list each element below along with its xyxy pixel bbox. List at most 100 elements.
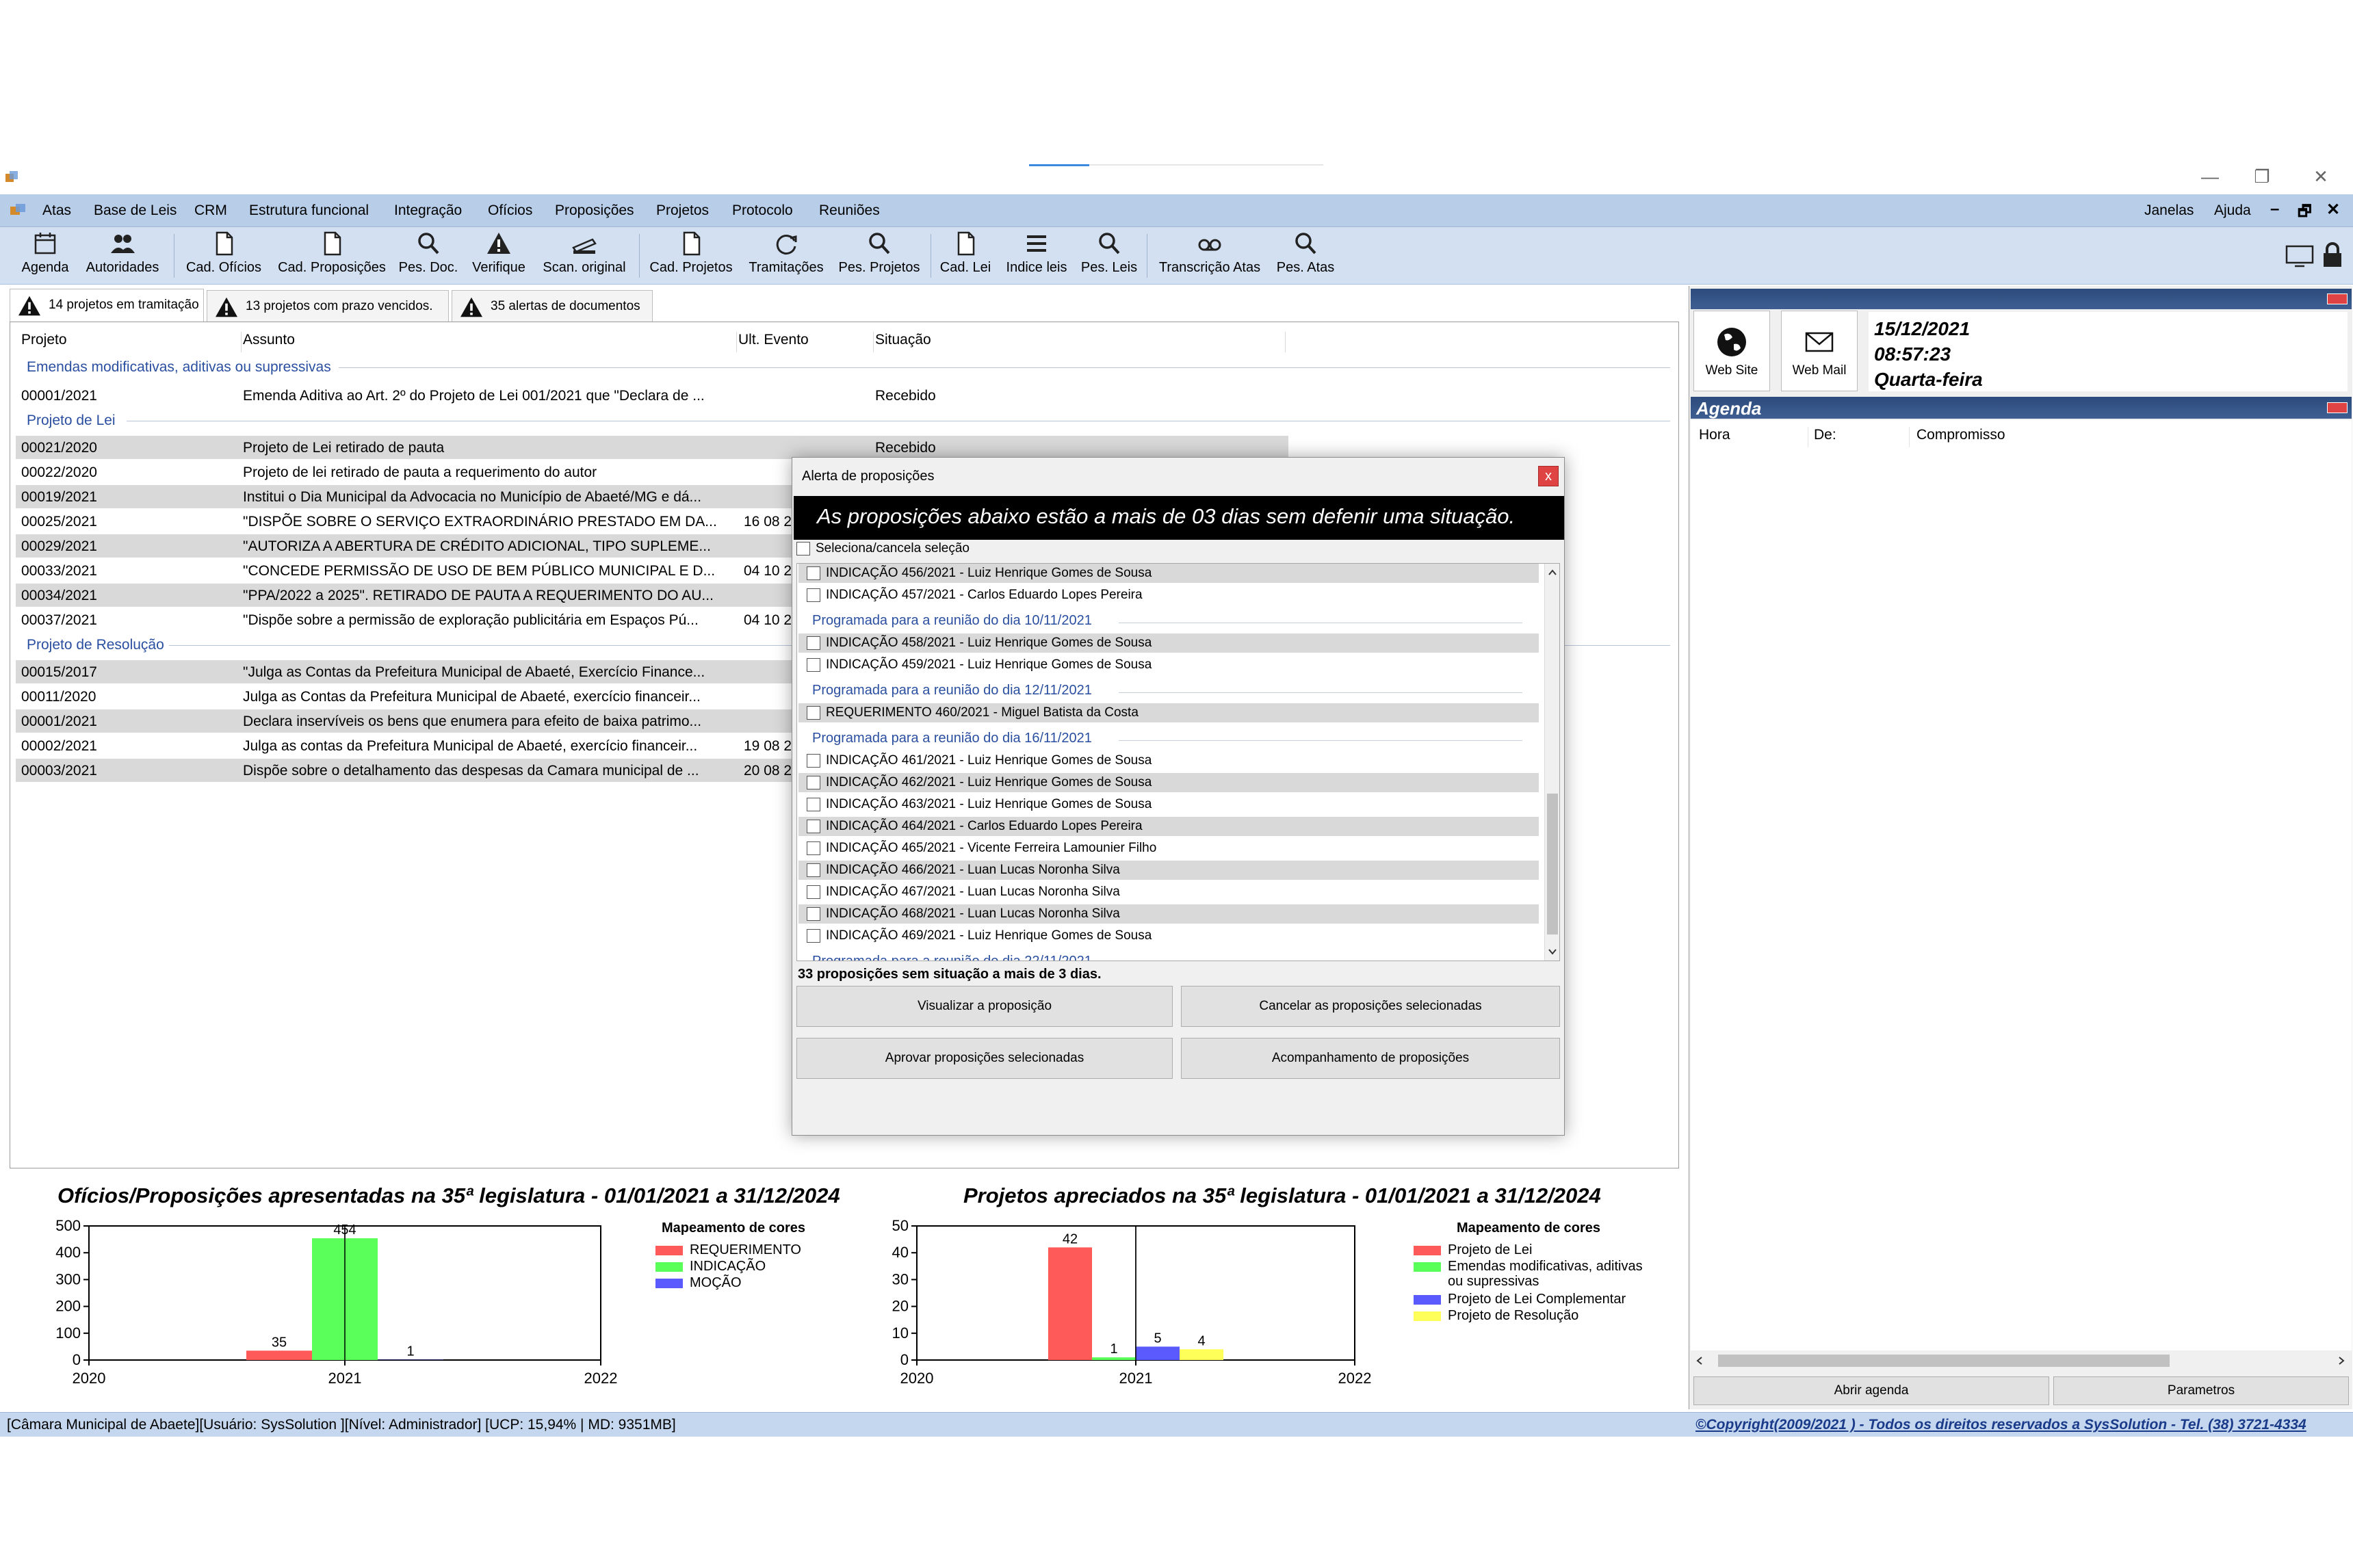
menu-crm[interactable]: CRM [194, 202, 227, 219]
panel-collapse-button[interactable] [2327, 293, 2348, 304]
agenda-collapse-button[interactable] [2327, 402, 2348, 413]
menu-proposicoes[interactable]: Proposições [555, 202, 634, 219]
list-item[interactable]: INDICAÇÃO 461/2021 - Luiz Henrique Gomes… [798, 751, 1539, 770]
list-item[interactable]: INDICAÇÃO 465/2021 - Vicente Ferreira La… [798, 839, 1539, 858]
checkbox[interactable] [807, 705, 820, 720]
menu-base-de-leis[interactable]: Base de Leis [94, 202, 177, 219]
menu-projetos[interactable]: Projetos [656, 202, 709, 219]
checkbox[interactable] [807, 797, 820, 811]
list-item[interactable]: INDICAÇÃO 459/2021 - Luiz Henrique Gomes… [798, 655, 1539, 675]
list-item[interactable]: INDICAÇÃO 466/2021 - Luan Lucas Noronha … [798, 861, 1539, 880]
toolbar-transcricao-atas-button[interactable]: Transcrição Atas [1152, 230, 1267, 282]
list-item[interactable]: INDICAÇÃO 467/2021 - Luan Lucas Noronha … [798, 883, 1539, 902]
scrollbar-thumb[interactable] [1718, 1355, 2170, 1367]
copyright-link[interactable]: ©Copyright(2009/2021 ) - Todos os direit… [1695, 1417, 2306, 1433]
table-row[interactable]: 00001/2021 Emenda Aditiva ao Art. 2º do … [16, 384, 1288, 407]
cancelar-proposicoes-button[interactable]: Cancelar as proposições selecionadas [1181, 986, 1560, 1027]
monitor-icon[interactable] [2285, 244, 2314, 268]
list-item[interactable]: INDICAÇÃO 464/2021 - Carlos Eduardo Lope… [798, 817, 1539, 836]
tab-alertas-documentos[interactable]: 35 alertas de documentos [452, 290, 653, 322]
checkbox[interactable] [807, 863, 820, 877]
agenda-horizontal-scrollbar[interactable] [1691, 1350, 2352, 1371]
toolbar-pes-doc-button[interactable]: Pes. Doc. [395, 230, 461, 282]
list-item[interactable]: INDICAÇÃO 462/2021 - Luiz Henrique Gomes… [798, 773, 1539, 792]
list-item[interactable]: INDICAÇÃO 458/2021 - Luiz Henrique Gomes… [798, 633, 1539, 653]
parametros-button[interactable]: Parametros [2053, 1376, 2349, 1405]
toolbar-pes-leis-button[interactable]: Pes. Leis [1077, 230, 1141, 282]
toolbar-agenda-button[interactable]: Agenda [16, 230, 74, 282]
checkbox[interactable] [796, 541, 810, 556]
checkbox[interactable] [807, 636, 820, 650]
web-site-button[interactable]: Web Site [1693, 311, 1770, 391]
toolbar-autoridades-button[interactable]: Autoridades [79, 230, 166, 282]
toolbar-cad-lei-button[interactable]: Cad. Lei [936, 230, 995, 282]
list-item[interactable]: INDICAÇÃO 469/2021 - Luiz Henrique Gomes… [798, 926, 1539, 945]
menu-oficios[interactable]: Ofícios [488, 202, 532, 219]
checkbox[interactable] [807, 657, 820, 672]
menu-ajuda[interactable]: Ajuda [2214, 202, 2251, 219]
scrollbar-thumb[interactable] [1547, 794, 1558, 935]
checkbox[interactable] [807, 566, 820, 580]
list-item[interactable]: INDICAÇÃO 456/2021 - Luiz Henrique Gomes… [798, 564, 1539, 583]
list-vertical-scrollbar[interactable] [1544, 564, 1559, 961]
group-header-projeto-de-lei[interactable]: Projeto de Lei [27, 413, 116, 429]
list-group-header[interactable]: Programada para a reunião do dia 10/11/2… [812, 613, 1092, 629]
group-header-emendas[interactable]: Emendas modificativas, aditivas ou supre… [27, 359, 331, 376]
mdi-close-button[interactable]: ✕ [2326, 200, 2340, 220]
checkbox[interactable] [807, 753, 820, 768]
window-close-button[interactable]: ✕ [2300, 164, 2341, 189]
tab-projetos-em-tramitacao[interactable]: 14 projetos em tramitação [10, 289, 204, 322]
column-ult-evento[interactable]: Ult. Evento [738, 332, 874, 352]
acompanhamento-proposicoes-button[interactable]: Acompanhamento de proposições [1181, 1038, 1560, 1079]
toolbar-cad-oficios-button[interactable]: Cad. Ofícios [179, 230, 268, 282]
menu-estrutura-funcional[interactable]: Estrutura funcional [249, 202, 369, 219]
menu-reunioes[interactable]: Reuniões [819, 202, 880, 219]
tab-projetos-prazo-vencidos[interactable]: 13 projetos com prazo vencidos. [207, 290, 449, 322]
checkbox[interactable] [807, 885, 820, 899]
toolbar-cad-projetos-button[interactable]: Cad. Projetos [645, 230, 738, 282]
select-all-checkbox[interactable]: Seleciona/cancela seleção [796, 541, 970, 562]
chevron-left-icon[interactable] [1695, 1356, 1704, 1366]
checkbox[interactable] [807, 819, 820, 833]
menu-integracao[interactable]: Integração [394, 202, 462, 219]
window-minimize-button[interactable]: — [2189, 164, 2231, 189]
toolbar-verifique-button[interactable]: Verifique [467, 230, 531, 282]
menu-janelas[interactable]: Janelas [2144, 202, 2194, 219]
window-restore-button[interactable]: ❐ [2241, 164, 2283, 189]
list-item[interactable]: REQUERIMENTO 460/2021 - Miguel Batista d… [798, 703, 1539, 722]
chevron-right-icon[interactable] [2337, 1356, 2346, 1366]
list-group-header[interactable]: Programada para a reunião do dia 16/11/2… [812, 731, 1092, 746]
column-assunto[interactable]: Assunto [243, 332, 737, 352]
column-projeto[interactable]: Projeto [21, 332, 242, 352]
aprovar-proposicoes-button[interactable]: Aprovar proposições selecionadas [796, 1038, 1173, 1079]
list-group-header[interactable]: Programada para a reunião do dia 22/11/2… [812, 954, 1092, 961]
visualizar-proposicao-button[interactable]: Visualizar a proposição [796, 986, 1173, 1027]
chevron-down-icon[interactable] [1548, 947, 1557, 956]
chevron-up-icon[interactable] [1548, 568, 1557, 577]
checkbox[interactable] [807, 775, 820, 789]
list-group-header[interactable]: Programada para a reunião do dia 12/11/2… [812, 683, 1092, 698]
table-row[interactable]: 00021/2020 Projeto de Lei retirado de pa… [16, 436, 1288, 459]
dialog-close-button[interactable]: x [1538, 466, 1559, 486]
toolbar-cad-proposicoes-button[interactable]: Cad. Proposições [272, 230, 391, 282]
agenda-column-hora[interactable]: Hora [1699, 427, 1808, 447]
list-item[interactable]: INDICAÇÃO 468/2021 - Luan Lucas Noronha … [798, 904, 1539, 924]
toolbar-scan-original-button[interactable]: Scan. original [536, 230, 632, 282]
web-mail-button[interactable]: Web Mail [1781, 311, 1858, 391]
toolbar-indice-leis-button[interactable]: Indice leis [1000, 230, 1073, 282]
column-situacao[interactable]: Situação [875, 332, 1286, 352]
list-item[interactable]: INDICAÇÃO 463/2021 - Luiz Henrique Gomes… [798, 795, 1539, 814]
lock-icon[interactable] [2321, 241, 2344, 270]
checkbox[interactable] [807, 906, 820, 921]
list-item[interactable]: INDICAÇÃO 457/2021 - Carlos Eduardo Lope… [798, 586, 1539, 605]
checkbox[interactable] [807, 928, 820, 943]
agenda-column-de[interactable]: De: [1814, 427, 1910, 447]
checkbox[interactable] [807, 841, 820, 855]
agenda-column-compromisso[interactable]: Compromisso [1916, 427, 2348, 447]
abrir-agenda-button[interactable]: Abrir agenda [1693, 1376, 2049, 1405]
checkbox[interactable] [807, 588, 820, 602]
group-header-projeto-de-resolucao[interactable]: Projeto de Resolução [27, 637, 164, 653]
menu-protocolo[interactable]: Protocolo [732, 202, 793, 219]
toolbar-tramitacoes-button[interactable]: Tramitações [743, 230, 829, 282]
mdi-restore-button[interactable]: 🗗 [2298, 200, 2312, 226]
